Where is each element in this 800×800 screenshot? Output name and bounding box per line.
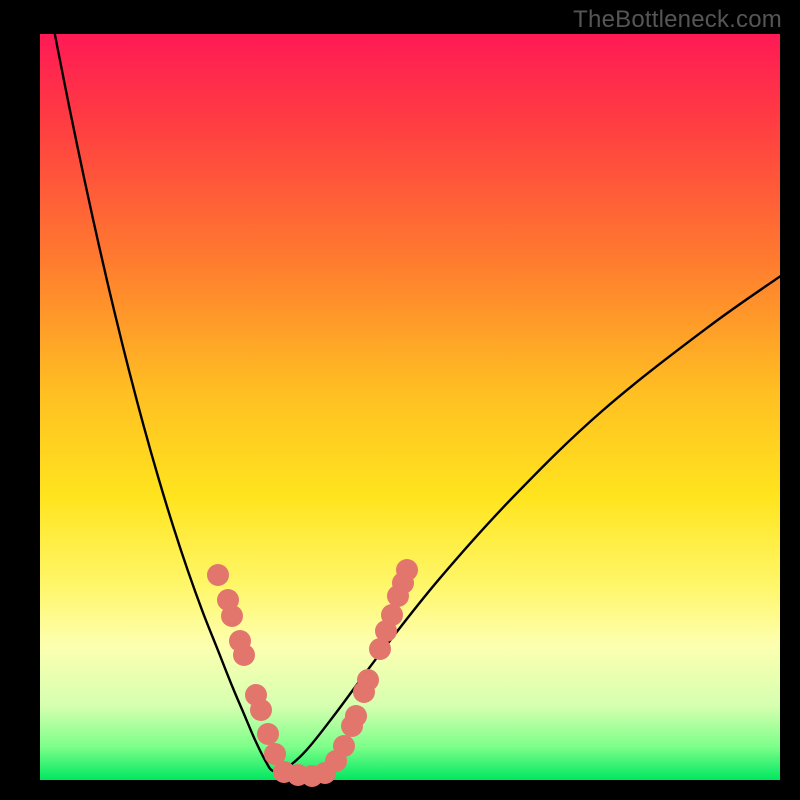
- highlight-dot: [396, 559, 418, 581]
- highlight-dot: [357, 669, 379, 691]
- chart-frame: TheBottleneck.com: [0, 0, 800, 800]
- highlight-dot: [333, 735, 355, 757]
- highlight-dot: [221, 605, 243, 627]
- watermark-text: TheBottleneck.com: [573, 6, 782, 34]
- highlight-dot: [207, 564, 229, 586]
- highlight-dot: [381, 604, 403, 626]
- highlight-dot: [250, 699, 272, 721]
- bottleneck-chart: [0, 0, 800, 800]
- highlight-dot: [345, 705, 367, 727]
- gradient-background: [40, 34, 780, 780]
- highlight-dot: [257, 723, 279, 745]
- highlight-dot: [233, 644, 255, 666]
